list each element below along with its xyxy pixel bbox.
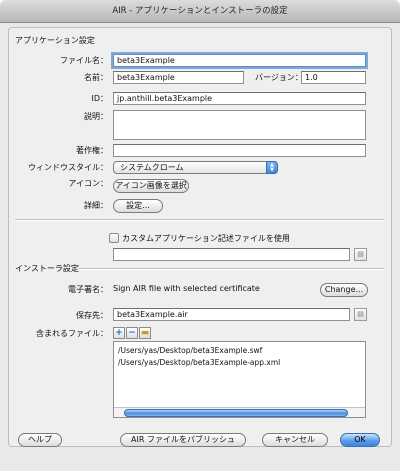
custom-descriptor-label: カスタムアプリケーション記述ファイルを使用 bbox=[122, 234, 290, 243]
browse-descriptor-icon[interactable]: ▤ bbox=[354, 248, 367, 261]
version-field[interactable]: 1.0 bbox=[301, 71, 366, 84]
name-field[interactable]: beta3Example bbox=[113, 71, 244, 84]
file-name-label: ファイル名： bbox=[60, 56, 108, 65]
icon-label: アイコン： bbox=[68, 179, 108, 188]
browse-destination-icon[interactable]: ▤ bbox=[354, 308, 367, 321]
signature-value: Sign AIR file with selected certificate bbox=[113, 284, 260, 293]
settings-panel: アプリケーション設定 ファイル名： beta3Example 名前： beta3… bbox=[8, 27, 392, 447]
remove-file-icon[interactable]: − bbox=[126, 327, 138, 339]
select-arrows-icon: ▲ ▼ bbox=[266, 161, 278, 174]
dialog-window: AIR - アプリケーションとインストーラの設定 アプリケーション設定 ファイル… bbox=[0, 0, 400, 471]
copyright-field[interactable] bbox=[113, 144, 366, 157]
file-name-field[interactable]: beta3Example bbox=[113, 54, 366, 67]
id-field[interactable]: jp.anthill.beta3Example bbox=[113, 92, 366, 105]
description-label: 説明： bbox=[84, 112, 108, 121]
id-label: ID： bbox=[91, 94, 108, 103]
ok-button[interactable]: OK bbox=[340, 433, 380, 447]
help-button[interactable]: ヘルプ bbox=[18, 433, 62, 447]
included-files-label: 含まれるファイル： bbox=[36, 329, 108, 338]
custom-descriptor-path[interactable] bbox=[113, 248, 350, 261]
name-label: 名前： bbox=[84, 73, 108, 82]
scrollbar-thumb[interactable] bbox=[124, 409, 348, 417]
horizontal-scrollbar[interactable] bbox=[114, 407, 365, 417]
select-icon-button[interactable]: アイコン画像を選択 bbox=[113, 179, 189, 193]
window-title: AIR - アプリケーションとインストーラの設定 bbox=[0, 0, 400, 23]
advanced-label: 詳細： bbox=[84, 201, 108, 210]
window-style-label: ウィンドウスタイル： bbox=[28, 163, 108, 172]
copyright-label: 著作権： bbox=[76, 146, 108, 155]
publish-air-button[interactable]: AIR ファイルをパブリッシュ bbox=[120, 433, 246, 447]
add-file-icon[interactable]: + bbox=[113, 327, 125, 339]
list-item[interactable]: /Users/yas/Desktop/beta3Example.swf bbox=[118, 346, 262, 355]
app-settings-heading: アプリケーション設定 bbox=[15, 36, 95, 45]
add-folder-icon[interactable]: ▬ bbox=[139, 327, 151, 339]
advanced-settings-button[interactable]: 設定... bbox=[113, 199, 163, 213]
installer-settings-heading: インストーラ設定 bbox=[15, 264, 79, 273]
list-item[interactable]: /Users/yas/Desktop/beta3Example-app.xml bbox=[118, 358, 280, 367]
destination-label: 保存先： bbox=[76, 311, 108, 320]
custom-descriptor-checkbox[interactable] bbox=[109, 233, 119, 243]
destination-field[interactable]: beta3Example.air bbox=[113, 308, 350, 321]
section-divider bbox=[15, 219, 384, 221]
window-style-value: システムクローム bbox=[120, 163, 184, 172]
window-style-select[interactable]: システムクローム ▲ ▼ bbox=[113, 161, 278, 174]
change-certificate-button[interactable]: Change... bbox=[320, 283, 368, 297]
version-label: バージョン： bbox=[255, 73, 303, 82]
included-files-list[interactable]: /Users/yas/Desktop/beta3Example.swf /Use… bbox=[113, 341, 366, 418]
installer-divider bbox=[79, 268, 384, 270]
signature-label: 電子署名： bbox=[68, 285, 108, 294]
cancel-button[interactable]: キャンセル bbox=[262, 433, 328, 447]
description-field[interactable] bbox=[113, 110, 366, 140]
